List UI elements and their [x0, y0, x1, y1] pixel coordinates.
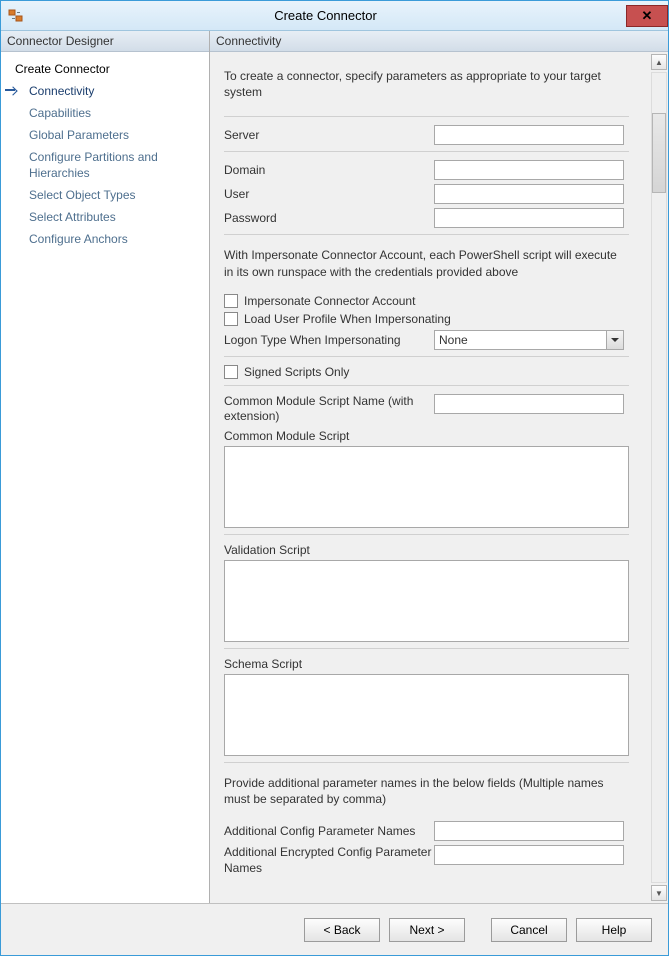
nav-item-select-object-types[interactable]: Select Object Types [1, 184, 209, 206]
logontype-label: Logon Type When Impersonating [224, 333, 434, 347]
close-button[interactable]: ✕ [626, 5, 668, 27]
addl-config-input[interactable] [434, 821, 624, 841]
domain-input[interactable] [434, 160, 624, 180]
content-header: Connectivity [210, 31, 668, 52]
back-button[interactable]: < Back [304, 918, 380, 942]
validation-textarea[interactable] [224, 560, 629, 642]
content-body: To create a connector, specify parameter… [210, 52, 668, 903]
addl-encrypted-input[interactable] [434, 845, 624, 865]
chevron-down-icon [606, 331, 623, 349]
common-script-label: Common Module Script [224, 429, 640, 443]
password-input[interactable] [434, 208, 624, 228]
nav-item-configure-anchors[interactable]: Configure Anchors [1, 228, 209, 250]
nav-item-connectivity[interactable]: Connectivity [1, 80, 209, 102]
signed-check-row[interactable]: Signed Scripts Only [224, 365, 640, 379]
nav-item-configure-partitions[interactable]: Configure Partitions and Hierarchies [1, 146, 209, 184]
divider [224, 385, 629, 386]
app-icon [7, 7, 25, 25]
loadprofile-check-label: Load User Profile When Impersonating [244, 312, 451, 326]
divider [224, 534, 629, 535]
loadprofile-check-row[interactable]: Load User Profile When Impersonating [224, 312, 640, 326]
field-row-addl-encrypted: Additional Encrypted Config Parameter Na… [224, 845, 640, 876]
nav-list: Create Connector Connectivity Capabiliti… [1, 52, 209, 256]
common-name-input[interactable] [434, 394, 624, 414]
title-bar: Create Connector ✕ [1, 1, 668, 31]
scroll-thumb[interactable] [652, 113, 666, 193]
nav-item-create-connector[interactable]: Create Connector [1, 58, 209, 80]
field-row-password: Password [224, 208, 640, 228]
user-label: User [224, 187, 434, 201]
impersonate-desc: With Impersonate Connector Account, each… [224, 243, 629, 289]
intro-text: To create a connector, specify parameter… [224, 64, 624, 110]
field-row-common-name: Common Module Script Name (with extensio… [224, 394, 640, 425]
server-input[interactable] [434, 125, 624, 145]
addl-encrypted-label: Additional Encrypted Config Parameter Na… [224, 845, 434, 876]
impersonate-check-row[interactable]: Impersonate Connector Account [224, 294, 640, 308]
field-row-server: Server [224, 125, 640, 145]
nav-item-global-parameters[interactable]: Global Parameters [1, 124, 209, 146]
form-area: To create a connector, specify parameter… [210, 52, 650, 903]
field-row-user: User [224, 184, 640, 204]
field-row-logontype: Logon Type When Impersonating None [224, 330, 640, 350]
window-title: Create Connector [25, 8, 626, 23]
scroll-down-arrow-icon[interactable]: ▼ [651, 885, 667, 901]
main-area: Connector Designer Create Connector Conn… [1, 31, 668, 903]
cancel-button[interactable]: Cancel [491, 918, 567, 942]
user-input[interactable] [434, 184, 624, 204]
logontype-value: None [435, 333, 606, 347]
vertical-scrollbar[interactable]: ▲ ▼ [650, 52, 668, 903]
next-button[interactable]: Next > [389, 918, 465, 942]
common-name-label: Common Module Script Name (with extensio… [224, 394, 434, 425]
sidebar: Connector Designer Create Connector Conn… [1, 31, 210, 903]
divider [224, 356, 629, 357]
field-row-domain: Domain [224, 160, 640, 180]
active-arrow-icon [5, 89, 15, 91]
sidebar-header: Connector Designer [1, 31, 209, 52]
nav-item-capabilities[interactable]: Capabilities [1, 102, 209, 124]
common-script-textarea[interactable] [224, 446, 629, 528]
signed-checkbox[interactable] [224, 365, 238, 379]
addl-config-label: Additional Config Parameter Names [224, 824, 434, 838]
schema-textarea[interactable] [224, 674, 629, 756]
schema-label: Schema Script [224, 657, 640, 671]
additional-desc: Provide additional parameter names in th… [224, 771, 629, 817]
domain-label: Domain [224, 163, 434, 177]
impersonate-checkbox[interactable] [224, 294, 238, 308]
divider [224, 234, 629, 235]
wizard-footer: < Back Next > Cancel Help [1, 903, 668, 955]
divider [224, 648, 629, 649]
help-button[interactable]: Help [576, 918, 652, 942]
divider [224, 762, 629, 763]
password-label: Password [224, 211, 434, 225]
divider [224, 151, 629, 152]
loadprofile-checkbox[interactable] [224, 312, 238, 326]
field-row-addl-config: Additional Config Parameter Names [224, 821, 640, 841]
close-icon: ✕ [642, 8, 653, 24]
impersonate-check-label: Impersonate Connector Account [244, 294, 415, 308]
nav-item-select-attributes[interactable]: Select Attributes [1, 206, 209, 228]
signed-check-label: Signed Scripts Only [244, 365, 349, 379]
server-label: Server [224, 128, 434, 142]
validation-label: Validation Script [224, 543, 640, 557]
divider [224, 116, 629, 117]
scroll-track[interactable] [651, 72, 667, 883]
logontype-select[interactable]: None [434, 330, 624, 350]
scroll-up-arrow-icon[interactable]: ▲ [651, 54, 667, 70]
content-panel: Connectivity To create a connector, spec… [210, 31, 668, 903]
